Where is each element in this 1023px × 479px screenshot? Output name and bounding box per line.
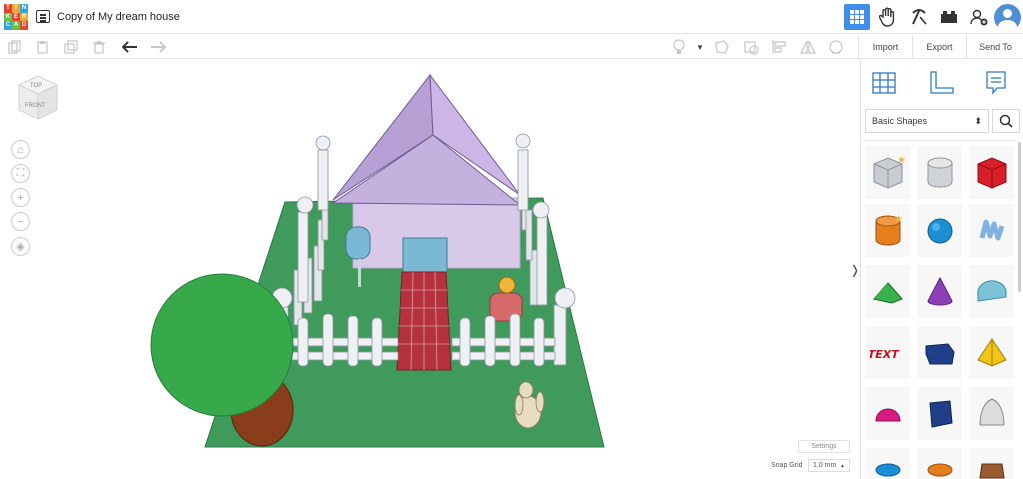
shape-tube[interactable]	[917, 448, 962, 479]
shape-generator[interactable]	[969, 448, 1014, 479]
action-bar: Import Export Send To	[858, 35, 1023, 59]
shape-paraboloid[interactable]	[969, 387, 1014, 440]
tinkercad-logo[interactable]: TINKERCAD	[4, 4, 28, 30]
menu-icon[interactable]	[36, 10, 50, 23]
svg-text:★: ★	[897, 155, 906, 166]
solid-shape-icon[interactable]	[742, 38, 760, 56]
caret-up-icon: ▲	[840, 462, 845, 469]
cruise-icon[interactable]	[827, 38, 845, 56]
logo-letter: C	[4, 21, 12, 30]
shape-category-select[interactable]: Basic Shapes ⬍	[865, 109, 989, 133]
bricks-icon[interactable]	[936, 4, 962, 30]
shape-category-value: Basic Shapes	[872, 116, 928, 126]
undo-icon[interactable]	[121, 38, 139, 56]
shape-box-hole[interactable]: ★	[865, 146, 910, 199]
delete-icon[interactable]	[90, 38, 108, 56]
shape-torus[interactable]	[865, 448, 910, 479]
logo-letter: E	[12, 12, 20, 22]
logo-letter: N	[20, 4, 28, 13]
shape-roof[interactable]	[865, 265, 910, 318]
shape-cylinder-hole[interactable]	[917, 146, 962, 199]
lightbulb-icon[interactable]	[670, 38, 688, 56]
logo-letter: K	[4, 12, 12, 22]
logo-letter: A	[12, 21, 20, 30]
shapes-panel: Basic Shapes ⬍ ★ ★ TEXT	[860, 60, 1023, 479]
edit-toolbar: ▼	[0, 35, 858, 59]
hand-tinker-icon[interactable]	[875, 4, 901, 30]
duplicate-icon[interactable]	[62, 38, 80, 56]
svg-text:★: ★	[894, 214, 903, 225]
hole-shape-icon[interactable]	[713, 38, 731, 56]
select-arrows-icon: ⬍	[974, 115, 982, 126]
design-title[interactable]: Copy of My dream house	[57, 11, 180, 23]
logo-letter: I	[12, 4, 20, 13]
send-to-button[interactable]: Send To	[967, 35, 1023, 59]
shape-cylinder[interactable]: ★	[865, 204, 910, 257]
shapes-grid: ★ ★ TEXT	[863, 140, 1016, 479]
add-user-icon[interactable]	[966, 4, 992, 30]
profile-avatar-icon[interactable]	[994, 4, 1021, 31]
copy-icon[interactable]	[6, 38, 24, 56]
shape-cone[interactable]	[917, 265, 962, 318]
top-bar: TINKERCAD Copy of My dream house	[0, 0, 1023, 34]
logo-letter: T	[4, 4, 12, 13]
shape-half-sphere[interactable]	[865, 387, 910, 440]
sunflower	[498, 276, 516, 294]
shape-scribble[interactable]	[969, 204, 1014, 257]
shape-sphere[interactable]	[917, 204, 962, 257]
shape-box[interactable]	[969, 146, 1014, 199]
snap-grid-select[interactable]: 1.0 mm ▲	[808, 459, 850, 472]
workplane-icon[interactable]	[870, 69, 898, 97]
shape-text[interactable]: TEXT	[865, 326, 910, 379]
shape-polygon[interactable]	[917, 387, 962, 440]
shapes-scrollbar[interactable]	[1018, 142, 1021, 292]
svg-text:TEXT: TEXT	[870, 348, 900, 361]
shape-pyramid[interactable]	[969, 326, 1014, 379]
ruler-icon[interactable]	[927, 69, 955, 97]
logo-letter: D	[20, 21, 28, 30]
settings-button[interactable]: Settings	[798, 440, 850, 453]
tree-crown	[150, 273, 294, 417]
import-button[interactable]: Import	[859, 35, 913, 59]
notes-icon[interactable]	[982, 69, 1010, 97]
grid-view-icon[interactable]	[844, 4, 870, 30]
house-door	[402, 237, 448, 273]
logo-letter: R	[20, 12, 28, 22]
export-button[interactable]: Export	[913, 35, 967, 59]
snap-grid-value: 1.0 mm	[813, 462, 837, 469]
snap-grid-label: Snap Grid	[771, 462, 803, 469]
align-icon[interactable]	[770, 38, 788, 56]
pickaxe-icon[interactable]	[906, 4, 932, 30]
mailbox	[345, 226, 371, 260]
workplane-canvas[interactable]: TOP FRONT ⌂ ⛶ + − ◈ Settings Snap Grid 1…	[0, 60, 858, 479]
collapse-panel-icon[interactable]: ❭	[850, 263, 860, 277]
paste-icon[interactable]	[34, 38, 52, 56]
mirror-icon[interactable]	[799, 38, 817, 56]
search-icon[interactable]	[992, 109, 1020, 133]
shape-prism[interactable]	[917, 326, 962, 379]
shape-round-roof[interactable]	[969, 265, 1014, 318]
scene-3d[interactable]	[0, 60, 858, 479]
dropdown-arrow-icon[interactable]: ▼	[691, 38, 709, 56]
redo-icon[interactable]	[149, 38, 167, 56]
